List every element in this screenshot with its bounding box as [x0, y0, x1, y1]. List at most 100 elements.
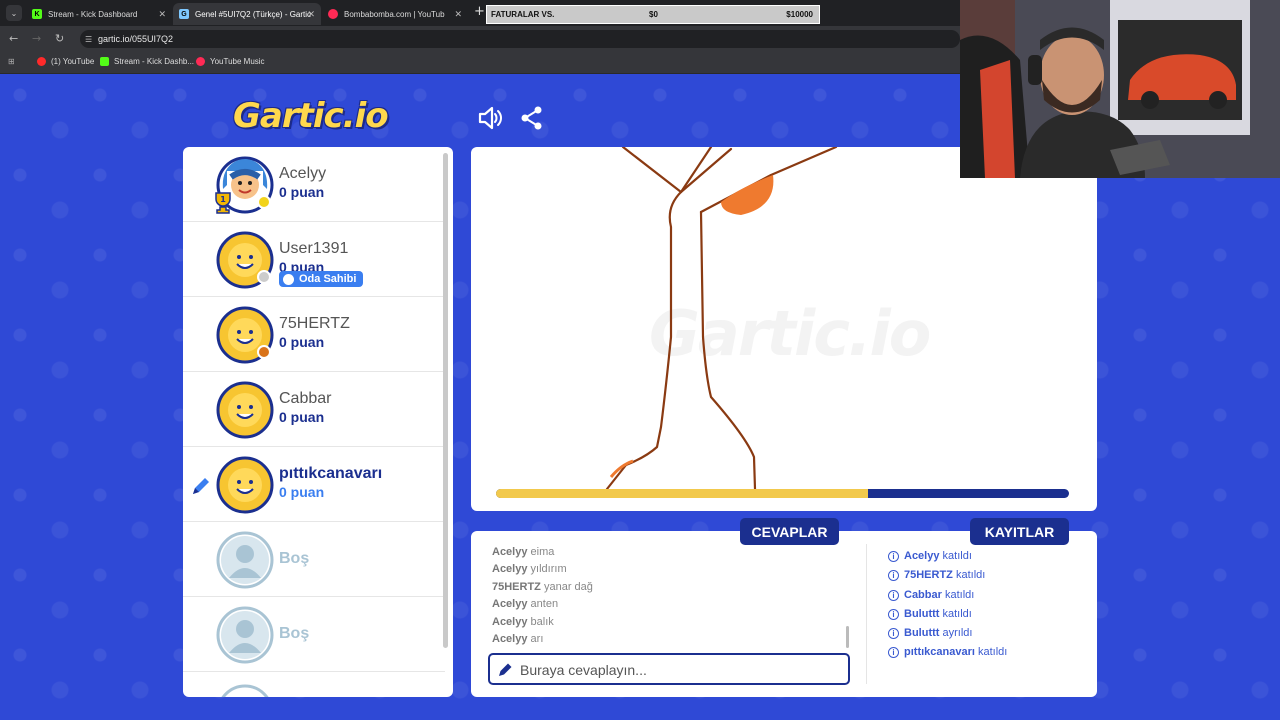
webcam-overlay: [960, 0, 1280, 178]
youtube-icon: [37, 57, 46, 66]
info-icon: i: [888, 569, 899, 581]
answer-user: Acelyy: [492, 546, 528, 558]
answers-scrollbar[interactable]: [846, 626, 849, 648]
log-user: pıttıkcanavarı: [904, 646, 975, 658]
bookmark-kick[interactable]: Stream - Kick Dashb...: [100, 57, 194, 66]
log-item: i Cabbar katıldı: [888, 589, 974, 601]
forward-icon[interactable]: →: [32, 32, 41, 45]
log-action: katıldı: [942, 550, 972, 562]
tab-title: Stream - Kick Dashboard: [48, 9, 138, 19]
new-tab-button[interactable]: +: [474, 4, 485, 19]
tab-title: Genel #5UI7Q2 (Türkçe) - Gartic: [195, 9, 312, 19]
browser-tab-gartic[interactable]: G Genel #5UI7Q2 (Türkçe) - Gartic ✕: [173, 3, 321, 25]
tab-answers[interactable]: CEVAPLAR: [740, 518, 839, 545]
kick-icon: [100, 57, 109, 66]
bookmark-youtube[interactable]: (1) YouTube: [37, 57, 94, 66]
answer-text: anten: [530, 598, 559, 610]
donation-goal-overlay: FATURALAR VS. $0 $10000: [486, 5, 820, 24]
bookmark-youtube-music[interactable]: YouTube Music: [196, 57, 265, 66]
url-text: gartic.io/055UI7Q2: [98, 34, 174, 44]
answer-user: Acelyy: [492, 633, 528, 645]
log-user: Acelyy: [904, 550, 940, 562]
log-action: katıldı: [977, 646, 1008, 658]
youtube-music-icon: [196, 57, 205, 66]
answer-user: Acelyy: [492, 598, 528, 610]
empty-slot: Boş: [183, 597, 445, 672]
log-item: i 75HERTZ katıldı: [888, 569, 985, 581]
player-name: 75HERTZ: [279, 315, 350, 332]
player-score: 0 puan: [279, 334, 325, 350]
empty-avatar: [221, 684, 269, 697]
browser-tab-kick[interactable]: K Stream - Kick Dashboard ✕: [26, 3, 172, 25]
answer-text: eima: [530, 546, 555, 558]
empty-slot: Boş: [183, 522, 445, 597]
log-action: katıldı: [944, 589, 975, 601]
status-dot: [257, 345, 271, 359]
apps-icon[interactable]: ⊞: [8, 57, 15, 66]
answer-input-box[interactable]: [488, 653, 850, 685]
bookmark-label: YouTube Music: [210, 57, 265, 66]
share-icon[interactable]: [519, 105, 545, 131]
log-user: Buluttt: [904, 608, 940, 620]
player-score: 0 puan: [279, 484, 325, 500]
player-name: Acelyy: [279, 165, 327, 182]
players-list: 1 Acelyy 0 puan User1391 0 puan 75HERTZ …: [183, 147, 453, 697]
goal-target: $10000: [786, 10, 813, 19]
drawing: [605, 147, 838, 491]
answer-input[interactable]: [520, 659, 840, 681]
url-field[interactable]: ☰ gartic.io/055UI7Q2: [80, 30, 960, 48]
log-user: Cabbar: [904, 589, 942, 601]
close-icon[interactable]: ✕: [307, 9, 315, 20]
panel-divider: [866, 544, 867, 684]
log-item: i pıttıkcanavarı katıldı: [888, 646, 1007, 658]
site-info-icon[interactable]: ☰: [85, 35, 92, 44]
answer-item: Acelyy yıldırım: [492, 563, 567, 575]
status-dot: [257, 270, 271, 284]
answer-text: yanar dağ: [543, 581, 593, 593]
back-icon[interactable]: ←: [9, 32, 18, 45]
player-row-drawing[interactable]: pıttıkcanavarı 0 puan: [183, 447, 445, 522]
trophy-icon: 1: [215, 192, 231, 214]
players-scrollbar[interactable]: [443, 153, 448, 648]
status-dot: [257, 195, 271, 209]
log-user: 75HERTZ: [904, 569, 953, 581]
avatar: [216, 381, 274, 439]
svg-text:1: 1: [220, 195, 226, 204]
log-item: i Acelyy katıldı: [888, 550, 972, 562]
answer-text: arı: [530, 633, 544, 645]
tab-logs[interactable]: KAYITLAR: [970, 518, 1069, 545]
player-name: Cabbar: [279, 390, 332, 407]
empty-slot-label: Boş: [279, 625, 310, 642]
answer-item: Acelyy balık: [492, 616, 554, 628]
gartic-logo[interactable]: Gartic.io: [233, 96, 389, 136]
answer-text: yıldırım: [530, 563, 567, 575]
empty-avatar: [216, 606, 274, 664]
player-row[interactable]: 75HERTZ 0 puan: [183, 297, 445, 372]
close-icon[interactable]: ✕: [158, 9, 166, 20]
info-icon: i: [888, 589, 899, 601]
answer-user: 75HERTZ: [492, 581, 541, 593]
sound-icon[interactable]: [477, 105, 503, 131]
browser-tab-youtube[interactable]: Bombabomba.com | YouTub ✕: [322, 3, 468, 25]
reload-icon[interactable]: ↻: [55, 32, 64, 45]
goal-current: $0: [649, 10, 658, 19]
player-name: User1391: [279, 240, 349, 257]
drawing-canvas[interactable]: Gartic.io: [471, 147, 1097, 511]
answer-user: Acelyy: [492, 563, 528, 575]
player-score: 0 puan: [279, 184, 325, 200]
player-row[interactable]: 1 Acelyy 0 puan: [183, 147, 445, 222]
goal-label: FATURALAR VS.: [491, 10, 555, 19]
empty-avatar: [216, 531, 274, 589]
log-action: katıldı: [955, 569, 986, 581]
answer-text: balık: [530, 616, 554, 628]
player-name: pıttıkcanavarı: [279, 465, 383, 482]
info-icon: i: [888, 646, 899, 658]
log-action: katıldı: [942, 608, 972, 620]
tab-search-button[interactable]: ⌄: [6, 5, 22, 21]
youtube-icon: [328, 9, 338, 19]
log-item: i Buluttt katıldı: [888, 608, 972, 620]
pencil-icon: [193, 478, 209, 494]
close-icon[interactable]: ✕: [454, 9, 462, 20]
crown-icon: [283, 273, 294, 285]
player-row[interactable]: Cabbar 0 puan: [183, 372, 445, 447]
